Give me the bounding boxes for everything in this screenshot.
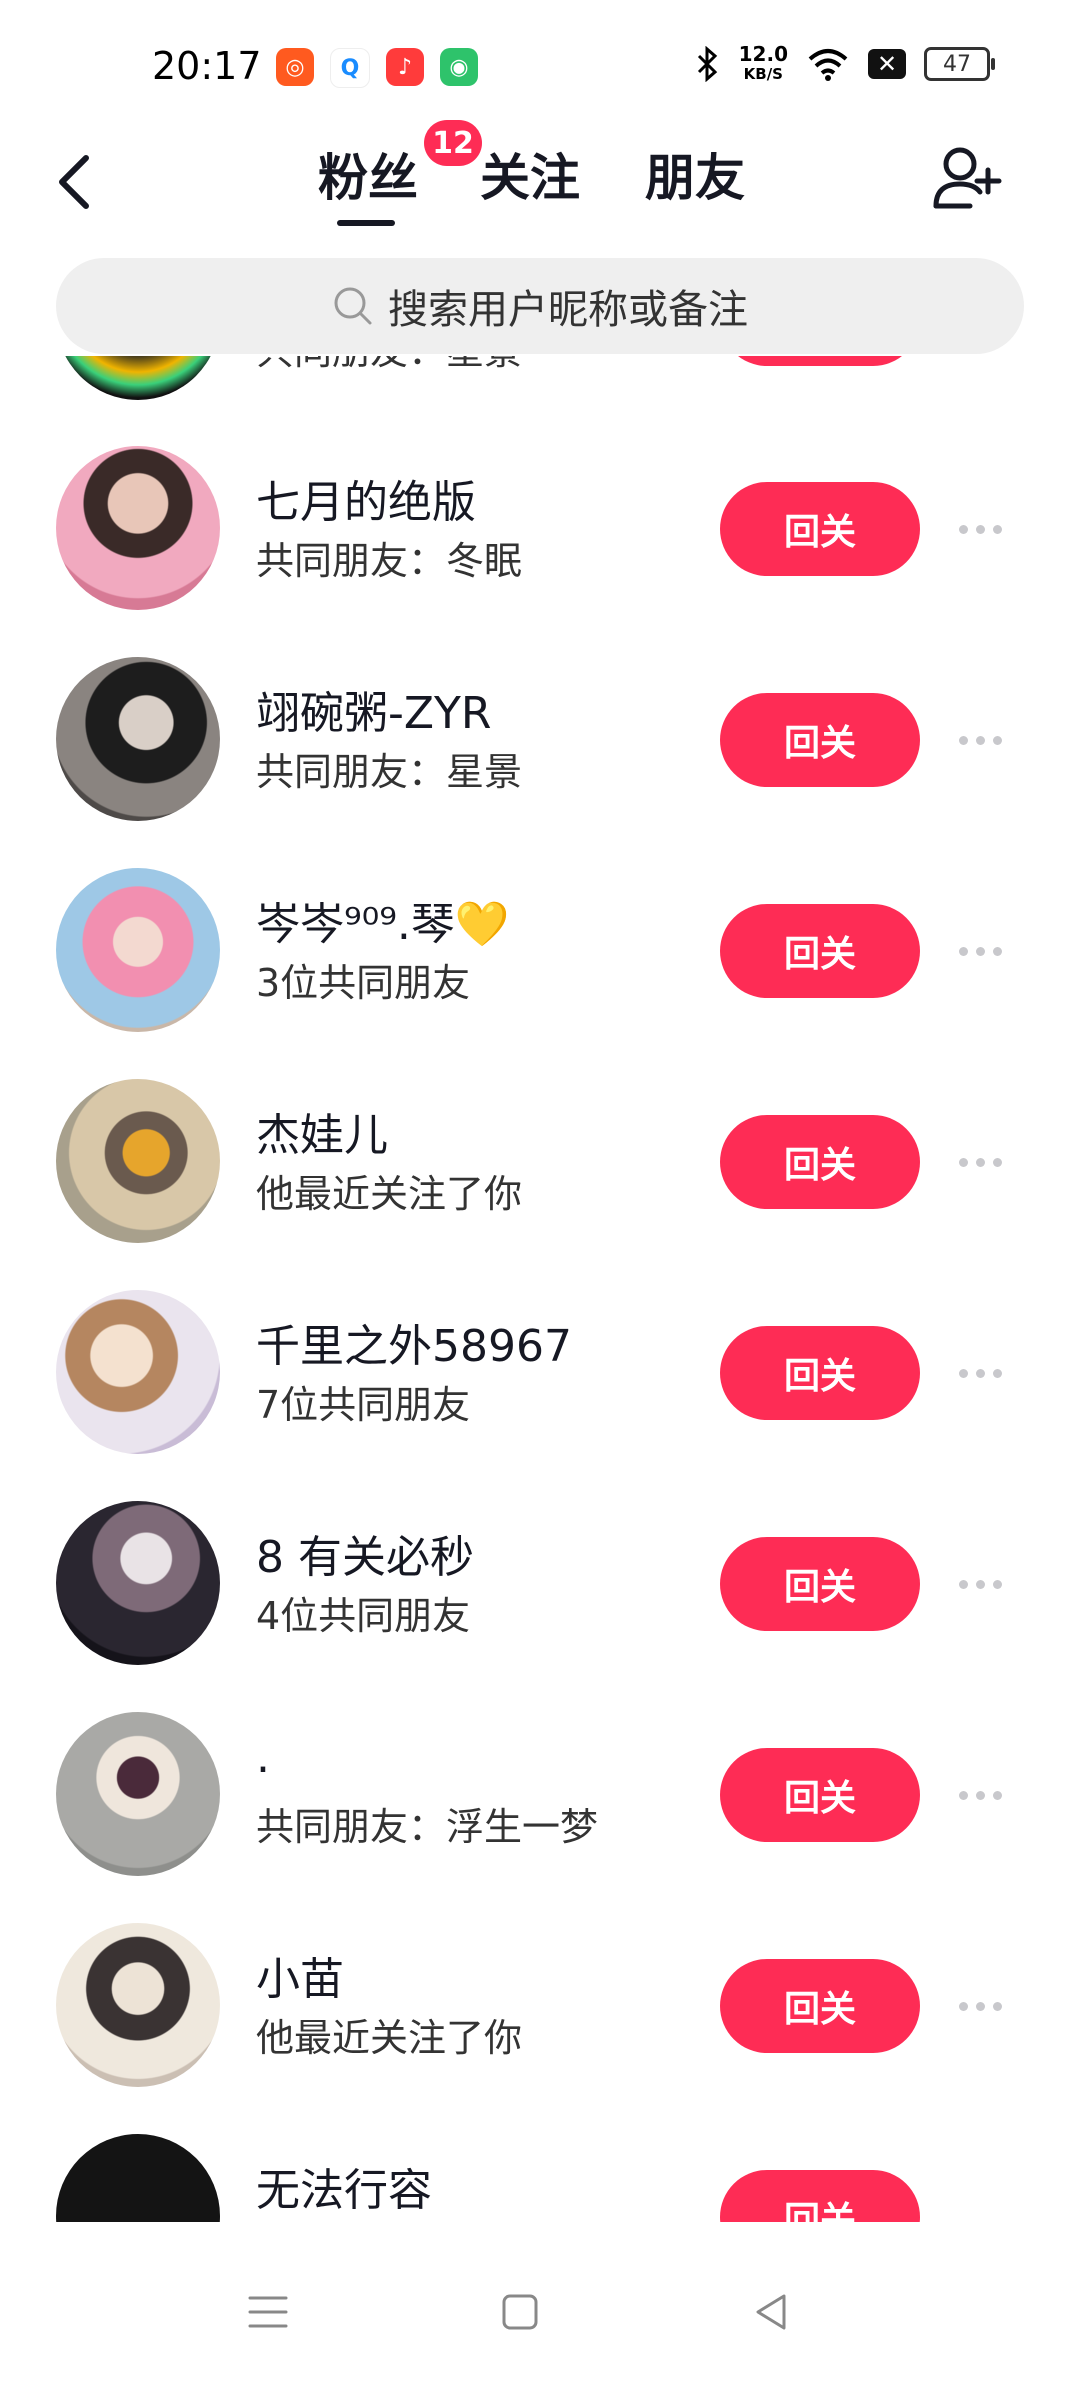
x-icon: ✕ (868, 49, 906, 79)
more-options-button[interactable] (950, 936, 1010, 966)
user-subtitle: 3位共同朋友 (256, 961, 471, 1005)
more-options-button[interactable] (950, 1991, 1010, 2021)
avatar[interactable] (56, 1290, 220, 1454)
avatar[interactable] (56, 1712, 220, 1876)
recent-apps-button[interactable] (228, 2272, 308, 2352)
battery-indicator: 47 (924, 47, 995, 81)
follow-back-button[interactable]: 回关 (720, 356, 920, 366)
follow-back-button[interactable]: 回关 (720, 1748, 920, 1842)
avatar[interactable] (56, 1501, 220, 1665)
user-name: 七月的绝版 (256, 477, 476, 528)
user-subtitle: 4位共同朋友 (256, 1594, 471, 1638)
follow-back-button[interactable]: 回关 (720, 482, 920, 576)
user-name: 岑岑⁹⁰⁹.琴💛 (256, 899, 510, 950)
more-options-button[interactable] (950, 1780, 1010, 1810)
follow-back-button[interactable]: 回关 (720, 2170, 920, 2222)
list-item[interactable]: . 共同朋友：浮生一梦 回关 (0, 1672, 1080, 1882)
user-subtitle: 共同朋友：浮生一梦 (256, 1805, 599, 1849)
avatar[interactable] (56, 868, 220, 1032)
network-speed: 12.0 KB/S (739, 44, 788, 84)
menu-icon (248, 2296, 288, 2328)
avatar[interactable] (56, 356, 220, 400)
tab-bar: 粉丝 12 关注 朋友 (0, 120, 1080, 250)
status-time: 20:17 (152, 44, 262, 88)
home-icon (502, 2294, 538, 2330)
user-name: . (256, 1732, 270, 1783)
list-item[interactable]: 小苗 他最近关注了你 回关 (0, 1883, 1080, 2093)
app-notification-icon: ◎ (276, 48, 314, 86)
search-bar[interactable]: 搜索用户昵称或备注 (56, 258, 1024, 354)
status-indicators: 12.0 KB/S ✕ 47 (695, 44, 995, 84)
list-item[interactable]: 8 有关必秒 4位共同朋友 回关 (0, 1461, 1080, 1671)
search-icon (334, 287, 372, 325)
tab-following[interactable]: 关注 (480, 138, 580, 210)
active-tab-indicator (337, 220, 395, 226)
user-name: 小苗 (256, 1954, 344, 2005)
user-subtitle: 他最近关注了你 (256, 2016, 523, 2060)
music-app-icon: ♪ (386, 48, 424, 86)
network-speed-value: 12.0 (738, 42, 788, 66)
network-speed-unit: KB/S (743, 65, 783, 83)
search-placeholder: 搜索用户昵称或备注 (388, 287, 748, 333)
avatar[interactable] (56, 2134, 220, 2222)
back-triangle-icon (756, 2294, 786, 2330)
follow-back-button[interactable]: 回关 (720, 1537, 920, 1631)
more-options-button[interactable] (950, 1358, 1010, 1388)
tab-fans[interactable]: 粉丝 (318, 138, 418, 210)
add-friend-button[interactable] (930, 140, 1010, 220)
more-options-button[interactable] (950, 1147, 1010, 1177)
header: 粉丝 12 关注 朋友 (0, 120, 1080, 250)
user-subtitle: 他最近关注了你 (256, 1172, 523, 1216)
list-item[interactable]: 翊碗粥-ZYR 共同朋友：星景 回关 (0, 617, 1080, 827)
user-name: 杰娃儿 (256, 1110, 388, 1161)
wifi-icon (808, 49, 848, 81)
user-name: 千里之外58967 (256, 1321, 572, 1372)
home-button[interactable] (480, 2272, 560, 2352)
system-nav-bar (0, 2222, 1080, 2400)
user-subtitle: 共同朋友：星景 (256, 356, 522, 375)
more-options-button[interactable] (950, 1569, 1010, 1599)
more-options-button[interactable] (950, 725, 1010, 755)
avatar[interactable] (56, 446, 220, 610)
user-subtitle: 共同朋友：星景 (256, 750, 523, 794)
user-name: 翊碗粥-ZYR (256, 688, 492, 739)
user-subtitle: 共同朋友：冬眠 (256, 539, 523, 583)
status-bar: 20:17 ◎ Q ♪ ◉ 12.0 KB/S ✕ 47 (0, 0, 1080, 130)
search-app-icon: Q (330, 48, 370, 88)
list-item[interactable]: 无法行容 回关 (0, 2094, 1080, 2222)
avatar[interactable] (56, 657, 220, 821)
user-subtitle: 7位共同朋友 (256, 1383, 471, 1427)
more-options-button[interactable] (950, 514, 1010, 544)
tab-friends[interactable]: 朋友 (645, 138, 745, 210)
add-user-icon (933, 147, 1002, 209)
list-item[interactable]: 千里之外58967 7位共同朋友 回关 (0, 1250, 1080, 1460)
list-item[interactable]: 岑岑⁹⁰⁹.琴💛 3位共同朋友 回关 (0, 828, 1080, 1038)
store-app-icon: ◉ (440, 48, 478, 86)
bluetooth-icon (697, 46, 717, 82)
list-item[interactable]: 七月的绝版 共同朋友：冬眠 回关 (0, 406, 1080, 616)
follow-back-button[interactable]: 回关 (720, 1115, 920, 1209)
user-name: 8 有关必秒 (256, 1532, 474, 1583)
notification-badge: 12 (424, 120, 482, 166)
avatar[interactable] (56, 1079, 220, 1243)
avatar[interactable] (56, 1923, 220, 2087)
list-item[interactable]: 杰娃儿 他最近关注了你 回关 (0, 1039, 1080, 1249)
status-app-icons: ◎ Q ♪ ◉ (276, 48, 478, 88)
follow-back-button[interactable]: 回关 (720, 693, 920, 787)
list-item[interactable]: 共同朋友：星景 回关 (0, 356, 1080, 406)
follow-back-button[interactable]: 回关 (720, 1959, 920, 2053)
user-name: 无法行容 (256, 2165, 432, 2216)
back-nav-button[interactable] (732, 2272, 812, 2352)
follower-list: 共同朋友：星景 回关 七月的绝版 共同朋友：冬眠 回关 翊碗粥-ZYR 共同朋友… (0, 356, 1080, 2222)
follow-back-button[interactable]: 回关 (720, 1326, 920, 1420)
follow-back-button[interactable]: 回关 (720, 904, 920, 998)
